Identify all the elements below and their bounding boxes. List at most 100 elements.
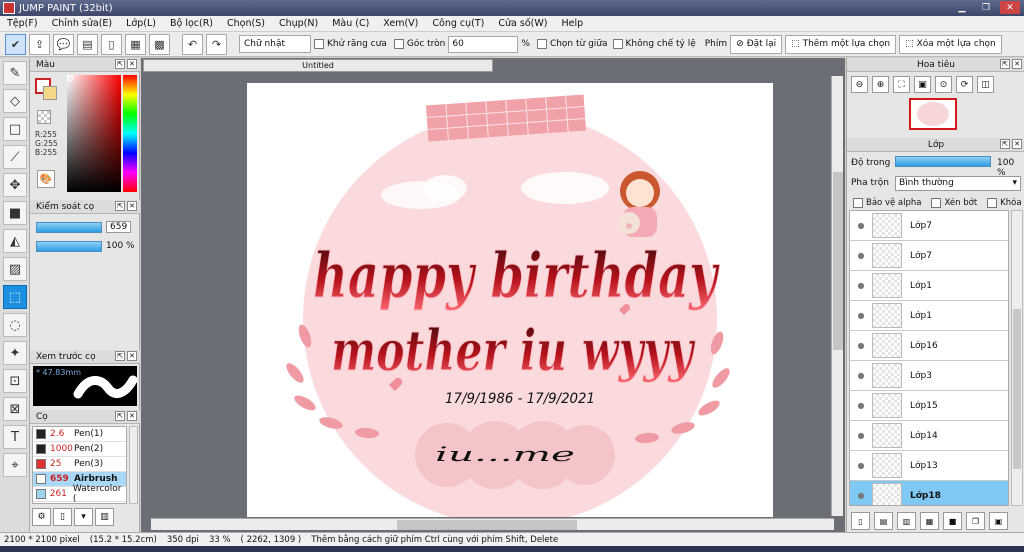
round-corner-option[interactable]: Góc tròn [393,39,445,49]
visibility-icon[interactable]: ● [850,281,872,290]
grid-icon[interactable]: ▦ [125,33,146,55]
scroll-thumb[interactable] [397,520,577,530]
round-corner-input[interactable]: 60 [448,35,519,53]
canvas-vertical-scrollbar[interactable] [831,76,843,516]
panel-close-icon[interactable]: ✕ [127,59,137,69]
move-tool-icon[interactable]: ✥ [3,173,27,197]
fit-window-icon[interactable]: ⛶ [893,76,910,93]
brush-item[interactable]: 25 Pen(3) [33,457,126,472]
select-eraser-tool-icon[interactable]: ⊠ [3,397,27,421]
brush-item[interactable]: 2.6 Pen(1) [33,427,126,442]
new-layer-copy-icon[interactable]: ▤ [874,512,893,530]
layer-row[interactable]: ● Lớp16 [850,331,1008,361]
layout-icon[interactable]: ▩ [149,33,170,55]
brush-size-slider[interactable] [36,222,102,233]
fill-rect-tool-icon[interactable]: ■ [3,201,27,225]
scroll-thumb[interactable] [1013,309,1021,469]
delete-brush-icon[interactable]: ▥ [95,508,114,526]
zoom-in-icon[interactable]: ⊕ [872,76,889,93]
selection-shape-select[interactable]: Chữ nhật [239,35,311,53]
zoom-out-icon[interactable]: ⊖ [851,76,868,93]
menu-edit[interactable]: Chỉnh sửa(E) [45,18,120,29]
layer-row[interactable]: ● Lớp15 [850,391,1008,421]
gradient-tool-icon[interactable]: ▨ [3,257,27,281]
panel-close-icon[interactable]: ✕ [127,411,137,421]
redo-icon[interactable]: ↷ [206,33,227,55]
menu-tools[interactable]: Công cụ(T) [425,18,491,29]
brush-opacity-slider[interactable] [36,241,102,252]
lock-option[interactable]: Khóa [987,198,1022,208]
visibility-icon[interactable]: ● [850,251,872,260]
flip-icon[interactable]: ◫ [977,76,994,93]
transparent-color-swatch[interactable] [37,110,51,124]
visibility-icon[interactable]: ● [850,371,872,380]
layer-row[interactable]: ● Lớp14 [850,421,1008,451]
layer-row[interactable]: ● Lớp3 [850,361,1008,391]
visibility-icon[interactable]: ● [850,221,872,230]
visibility-icon[interactable]: ● [850,461,872,470]
panel-close-icon[interactable]: ✕ [1012,59,1022,69]
rotate-icon[interactable]: ⟳ [956,76,973,93]
navigator-thumbnail[interactable] [909,98,957,130]
layer-list-scrollbar[interactable] [1011,210,1023,506]
add-selection-button[interactable]: ⬚ Thêm một lựa chọn [785,34,897,54]
visibility-icon[interactable]: ● [850,341,872,350]
lasso-tool-icon[interactable]: ◌ [3,313,27,337]
brush-item[interactable]: 261 Watercolor ( [33,484,126,503]
round-corner-checkbox[interactable] [393,39,404,49]
canvas-page[interactable]: happy birthday mother iu wyyy 17/9/1986 … [247,83,773,517]
saturation-value-picker[interactable] [67,75,121,192]
pen-tool-icon[interactable]: ✎ [3,61,27,85]
menu-color[interactable]: Màu (C) [325,18,376,29]
fixed-ratio-option[interactable]: Không chế tỷ lệ [612,39,696,49]
layer-row[interactable]: ● Lớp13 [850,451,1008,481]
select-pen-tool-icon[interactable]: ⊡ [3,369,27,393]
magic-wand-tool-icon[interactable]: ✦ [3,341,27,365]
text-tool-icon[interactable]: T [3,425,27,449]
minimize-icon[interactable]: ▁ [952,1,972,14]
new-brush-icon[interactable]: ▯ [53,508,72,526]
blend-mode-select[interactable]: Bình thường ▾ [895,176,1021,191]
brush-list-scrollbar[interactable] [129,426,138,504]
eraser-tool-icon[interactable]: ◇ [3,89,27,113]
menu-help[interactable]: Help [554,18,590,29]
layer-opacity-slider[interactable] [895,156,991,167]
from-center-checkbox[interactable] [536,39,547,49]
document-tab[interactable]: Untitled [143,59,493,72]
panel-float-icon[interactable]: ⇱ [115,411,125,421]
layer-row[interactable]: ● Lớp18 [850,481,1008,505]
check-icon[interactable]: ✔ [5,33,26,55]
panel-close-icon[interactable]: ✕ [127,201,137,211]
menu-view[interactable]: Xem(V) [376,18,425,29]
zoom-custom-icon[interactable]: ⊙ [935,76,952,93]
folder-icon[interactable]: ■ [943,512,962,530]
menu-capture[interactable]: Chụp(N) [272,18,325,29]
panel-float-icon[interactable]: ⇱ [1000,59,1010,69]
panel-float-icon[interactable]: ⇱ [1000,139,1010,149]
visibility-icon[interactable]: ● [850,401,872,410]
scroll-thumb[interactable] [833,172,843,350]
rect-tool-icon[interactable]: □ [3,117,27,141]
background-color-swatch[interactable] [43,86,57,100]
clip-checkbox[interactable] [931,198,942,208]
panel-float-icon[interactable]: ⇱ [115,201,125,211]
brush-item[interactable]: 1000 Pen(2) [33,442,126,457]
layer-row[interactable]: ● Lớp7 [850,211,1008,241]
close-icon[interactable]: ✕ [1000,1,1020,14]
menu-window[interactable]: Cửa số(W) [491,18,554,29]
screentone-layer-icon[interactable]: ▦ [920,512,939,530]
layer-row[interactable]: ● Lớp7 [850,241,1008,271]
panel-close-icon[interactable]: ✕ [127,351,137,361]
eyedropper-tool-icon[interactable]: ⌖ [3,453,27,477]
clip-option[interactable]: Xén bớt [931,198,977,208]
canvas-horizontal-scrollbar[interactable] [151,518,834,530]
panel-float-icon[interactable]: ⇱ [115,351,125,361]
menu-filter[interactable]: Bộ lọc(R) [163,18,220,29]
antialias-checkbox[interactable] [314,39,324,49]
layer-row[interactable]: ● Lớp1 [850,271,1008,301]
export-icon[interactable]: ⇪ [29,33,50,55]
comment-icon[interactable]: 💬 [53,33,74,55]
document-icon[interactable]: ▯ [101,33,122,55]
duplicate-layer-icon[interactable]: ❐ [966,512,985,530]
fixed-ratio-checkbox[interactable] [612,39,623,49]
